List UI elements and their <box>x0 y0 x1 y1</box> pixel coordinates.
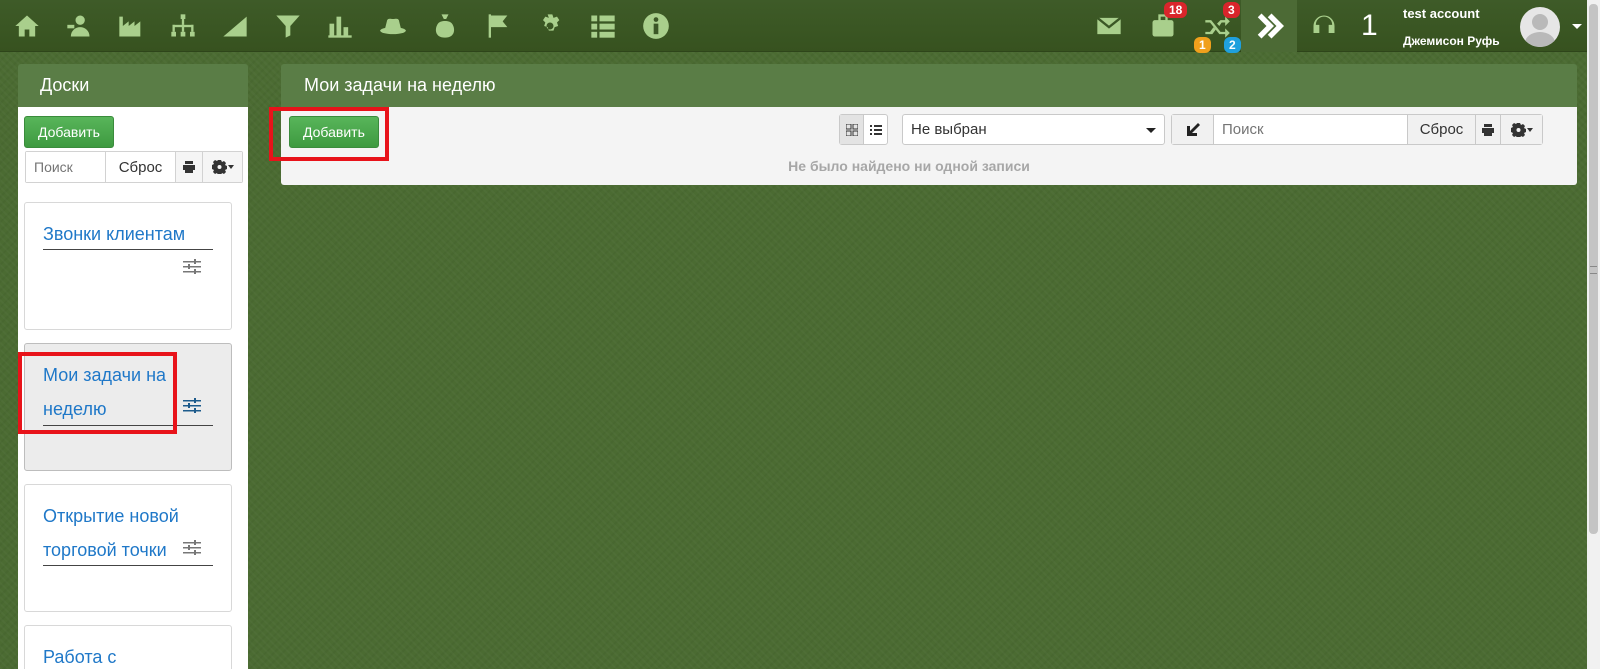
gear-icon[interactable] <box>533 9 567 43</box>
gear-dropdown-icon[interactable] <box>203 152 242 182</box>
empty-state-message: Не было найдено ни одной записи <box>788 158 1030 174</box>
top-navigation-bar: 18 3 1 2 1 test account Джемисон Руфь <box>0 0 1600 53</box>
area-chart-icon[interactable] <box>218 9 252 43</box>
tasks-reset-button[interactable]: Сброс <box>1408 115 1476 144</box>
headset-icon[interactable] <box>1307 9 1341 43</box>
board-title[interactable]: Открытие новой торговой точки <box>43 499 213 567</box>
boards-panel: Доски Добавить Сброс Звонки клиентам Мои… <box>18 64 248 669</box>
filter-select-value: Не выбран <box>911 121 987 138</box>
view-switcher <box>839 114 888 145</box>
flag-icon[interactable] <box>481 9 515 43</box>
page-scrollbar[interactable] <box>1587 0 1600 669</box>
hat-icon[interactable] <box>376 9 410 43</box>
sliders-icon[interactable] <box>183 259 201 275</box>
double-chevron-right-icon[interactable] <box>1241 0 1297 52</box>
print-icon[interactable] <box>1476 115 1501 144</box>
boards-search-group: Сброс <box>25 151 243 183</box>
board-title[interactable]: Работа с <box>43 640 213 669</box>
funnel-icon[interactable] <box>271 9 305 43</box>
tasks-panel-body: Добавить Не выбран Сброс <box>281 107 1577 185</box>
add-board-button[interactable]: Добавить <box>24 116 114 148</box>
avatar[interactable] <box>1520 7 1560 47</box>
list-view-icon[interactable] <box>864 115 887 144</box>
contacts-icon[interactable] <box>62 9 96 43</box>
grid-view-icon[interactable] <box>840 115 864 144</box>
boards-panel-body: Добавить Сброс Звонки клиентам Мои задач… <box>18 107 248 669</box>
arrow-down-left-icon[interactable] <box>1172 115 1214 144</box>
mail-icon[interactable] <box>1092 9 1126 43</box>
filter-select[interactable]: Не выбран <box>902 114 1165 145</box>
board-card[interactable]: Работа с <box>24 625 232 669</box>
org-structure-icon[interactable] <box>166 9 200 43</box>
page-title: Мои задачи на неделю <box>281 64 1577 107</box>
home-icon[interactable] <box>10 9 44 43</box>
board-card-active[interactable]: Мои задачи на неделю <box>24 343 232 471</box>
print-icon[interactable] <box>176 152 203 182</box>
add-task-button[interactable]: Добавить <box>289 116 379 148</box>
board-title[interactable]: Мои задачи на неделю <box>43 358 213 426</box>
shuffle-badge-orange: 1 <box>1194 37 1211 53</box>
account-name: test account <box>1403 6 1480 21</box>
boards-reset-button[interactable]: Сброс <box>106 152 176 182</box>
board-title[interactable]: Звонки клиентам <box>43 217 213 251</box>
gear-dropdown-icon[interactable] <box>1501 115 1542 144</box>
tasks-search-input[interactable] <box>1214 115 1408 144</box>
tasks-search-group: Сброс <box>1171 114 1543 145</box>
boards-search-input[interactable] <box>26 152 106 182</box>
user-full-name: Джемисон Руфь <box>1403 34 1500 48</box>
list-icon[interactable] <box>586 9 620 43</box>
chevron-down-icon[interactable] <box>1572 24 1582 29</box>
notification-count[interactable]: 1 <box>1361 9 1378 43</box>
tasks-panel: Мои задачи на неделю Добавить Не выбран … <box>281 64 1577 185</box>
chevron-down-icon <box>1146 128 1156 133</box>
tasks-count-badge: 18 <box>1164 2 1188 18</box>
info-icon[interactable] <box>639 9 673 43</box>
shuffle-count-badge: 3 <box>1223 2 1240 18</box>
factory-icon[interactable] <box>114 9 148 43</box>
bar-chart-icon[interactable] <box>323 9 357 43</box>
board-card[interactable]: Звонки клиентам <box>24 202 232 330</box>
boards-panel-title: Доски <box>18 64 248 107</box>
money-bag-icon[interactable] <box>428 9 462 43</box>
sliders-icon[interactable] <box>183 540 201 556</box>
shuffle-badge-blue: 2 <box>1224 37 1241 53</box>
sliders-icon[interactable] <box>183 398 201 414</box>
board-card[interactable]: Открытие новой торговой точки <box>24 484 232 612</box>
